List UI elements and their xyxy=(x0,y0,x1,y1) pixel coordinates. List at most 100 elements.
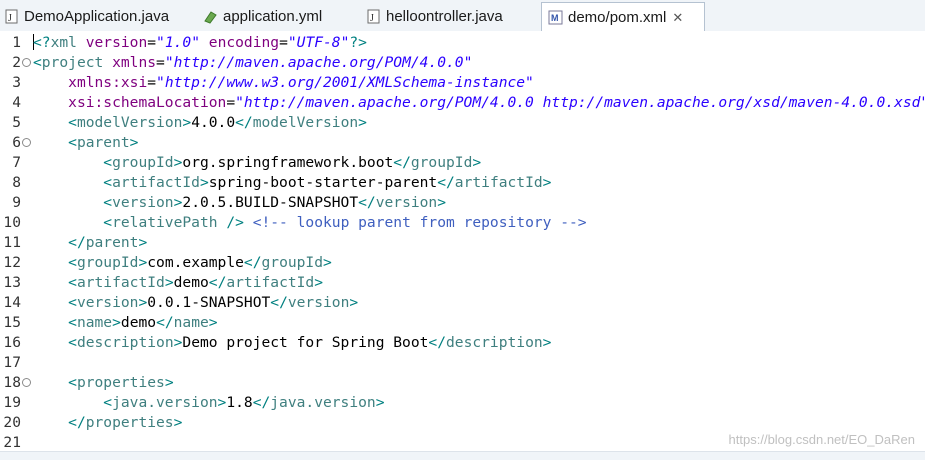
java-file-icon: J xyxy=(366,9,381,24)
xml-editor[interactable]: 1 <?xml version="1.0" encoding="UTF-8"?> 2… xyxy=(0,31,925,451)
code-text: <artifactId>spring-boot-starter-parent</… xyxy=(33,173,551,193)
code-text: <groupId>com.example</groupId> xyxy=(33,253,332,273)
fold-toggle-icon[interactable] xyxy=(22,138,31,147)
fold-toggle-icon[interactable] xyxy=(22,378,31,387)
svg-text:J: J xyxy=(370,13,374,24)
code-text: <?xml version="1.0" encoding="UTF-8"?> xyxy=(33,33,367,53)
code-token: parent xyxy=(76,134,130,151)
line-number: 12 xyxy=(3,254,21,271)
code-token: version xyxy=(375,194,438,211)
code-token: < xyxy=(68,294,77,311)
code-token: </ xyxy=(68,414,86,431)
line-number: 13 xyxy=(3,274,21,291)
tab-label: demo/pom.xml xyxy=(568,9,667,26)
code-token: > xyxy=(542,334,552,351)
code-token: > xyxy=(182,114,192,131)
code-line[interactable]: 13 <artifactId>demo</artifactId> xyxy=(0,273,925,293)
code-token: > xyxy=(138,294,148,311)
code-token: description xyxy=(446,334,543,351)
code-token: </ xyxy=(243,254,262,271)
line-number: 21 xyxy=(3,434,21,451)
code-line[interactable]: 19 <java.version>1.8</java.version> xyxy=(0,393,925,413)
code-token: modelVersion xyxy=(76,114,183,131)
code-line[interactable]: 4 xsi:schemaLocation="http://maven.apach… xyxy=(0,93,925,113)
code-token: modelVersion xyxy=(252,114,359,131)
code-line[interactable]: 8 <artifactId>spring-boot-starter-parent… xyxy=(0,173,925,193)
code-line[interactable]: 7 <groupId>org.springframework.boot</gro… xyxy=(0,153,925,173)
code-token: < xyxy=(103,394,113,411)
code-token: version xyxy=(112,194,174,211)
line-number: 15 xyxy=(3,314,21,331)
code-token: groupId xyxy=(410,154,473,171)
code-token: encoding xyxy=(208,34,280,51)
code-token: 1.8 xyxy=(226,394,253,411)
code-line[interactable]: 10 <relativePath /> <!-- lookup parent f… xyxy=(0,213,925,233)
code-token: </ xyxy=(437,174,455,191)
line-number: 5 xyxy=(12,114,21,131)
code-token: version xyxy=(76,294,139,311)
code-line[interactable]: 12 <groupId>com.example</groupId> xyxy=(0,253,925,273)
code-line[interactable]: 20 </properties> xyxy=(0,413,925,433)
code-token: > xyxy=(542,174,552,191)
code-token: artifactId xyxy=(76,274,165,291)
code-line[interactable]: 2 <project xmlns="http://maven.apache.org… xyxy=(0,53,925,73)
code-text: <relativePath /> <!-- lookup parent from… xyxy=(33,213,586,233)
code-text: <version>0.0.1-SNAPSHOT</version> xyxy=(33,293,358,313)
code-line[interactable]: 18 <properties> xyxy=(0,373,925,393)
code-text: <project xmlns="http://maven.apache.org/… xyxy=(33,53,472,73)
code-line[interactable]: 6 <parent> xyxy=(0,133,925,153)
code-token: = xyxy=(147,34,157,51)
code-token: "UTF-8" xyxy=(287,34,350,51)
code-token: < xyxy=(33,54,42,71)
svg-text:M: M xyxy=(551,13,559,23)
tab-helloontroller-java[interactable]: J helloontroller.java xyxy=(362,2,537,31)
code-token: xmlns xyxy=(112,54,157,71)
line-number: 6 xyxy=(12,134,21,151)
tab-demoapplication-java[interactable]: J DemoApplication.java xyxy=(0,2,190,31)
code-token: org.springframework.boot xyxy=(182,154,394,171)
code-token: > xyxy=(217,394,227,411)
code-text: <modelVersion>4.0.0</modelVersion> xyxy=(33,113,367,133)
code-token: </ xyxy=(156,314,174,331)
code-text: <artifactId>demo</artifactId> xyxy=(33,273,323,293)
code-token: artifactId xyxy=(226,274,315,291)
watermark: https://blog.csdn.net/EO_DaRen xyxy=(728,432,915,447)
code-text: <groupId>org.springframework.boot</group… xyxy=(33,153,481,173)
code-token: project xyxy=(41,54,104,71)
code-token: version xyxy=(287,294,350,311)
code-token: 4.0.0 xyxy=(191,114,236,131)
code-line[interactable]: 3 xmlns:xsi="http://www.w3.org/2001/XMLS… xyxy=(0,73,925,93)
code-line[interactable]: 15 <name>demo</name> xyxy=(0,313,925,333)
code-line[interactable]: 16 <description>Demo project for Spring … xyxy=(0,333,925,353)
code-line[interactable]: 14 <version>0.0.1-SNAPSHOT</version> xyxy=(0,293,925,313)
close-icon[interactable]: ✕ xyxy=(672,10,683,26)
code-token: groupId xyxy=(261,254,324,271)
code-token: <? xyxy=(33,34,51,51)
line-number: 10 xyxy=(3,214,21,231)
code-line[interactable]: 9 <version>2.0.5.BUILD-SNAPSHOT</version… xyxy=(0,193,925,213)
code-token: 2.0.5.BUILD-SNAPSHOT xyxy=(182,194,359,211)
code-token: demo xyxy=(173,274,209,291)
tab-demo-pom-xml[interactable]: M demo/pom.xml ✕ xyxy=(541,2,705,32)
code-line[interactable]: 17 xyxy=(0,353,925,373)
fold-toggle-icon[interactable] xyxy=(22,58,31,67)
line-number: 14 xyxy=(3,294,21,311)
code-token: groupId xyxy=(76,254,139,271)
tab-label: DemoApplication.java xyxy=(24,8,170,25)
code-line[interactable]: 5 <modelVersion>4.0.0</modelVersion> xyxy=(0,113,925,133)
code-token: </ xyxy=(393,154,411,171)
code-token: > xyxy=(173,414,183,431)
code-token: com.example xyxy=(147,254,244,271)
tab-application-yml[interactable]: application.yml xyxy=(197,2,357,31)
code-token: > xyxy=(199,174,209,191)
code-line[interactable]: 11 </parent> xyxy=(0,233,925,253)
code-line[interactable]: 1 <?xml version="1.0" encoding="UTF-8"?> xyxy=(0,33,925,53)
line-number: 19 xyxy=(3,394,21,411)
code-token: java.version xyxy=(112,394,218,411)
